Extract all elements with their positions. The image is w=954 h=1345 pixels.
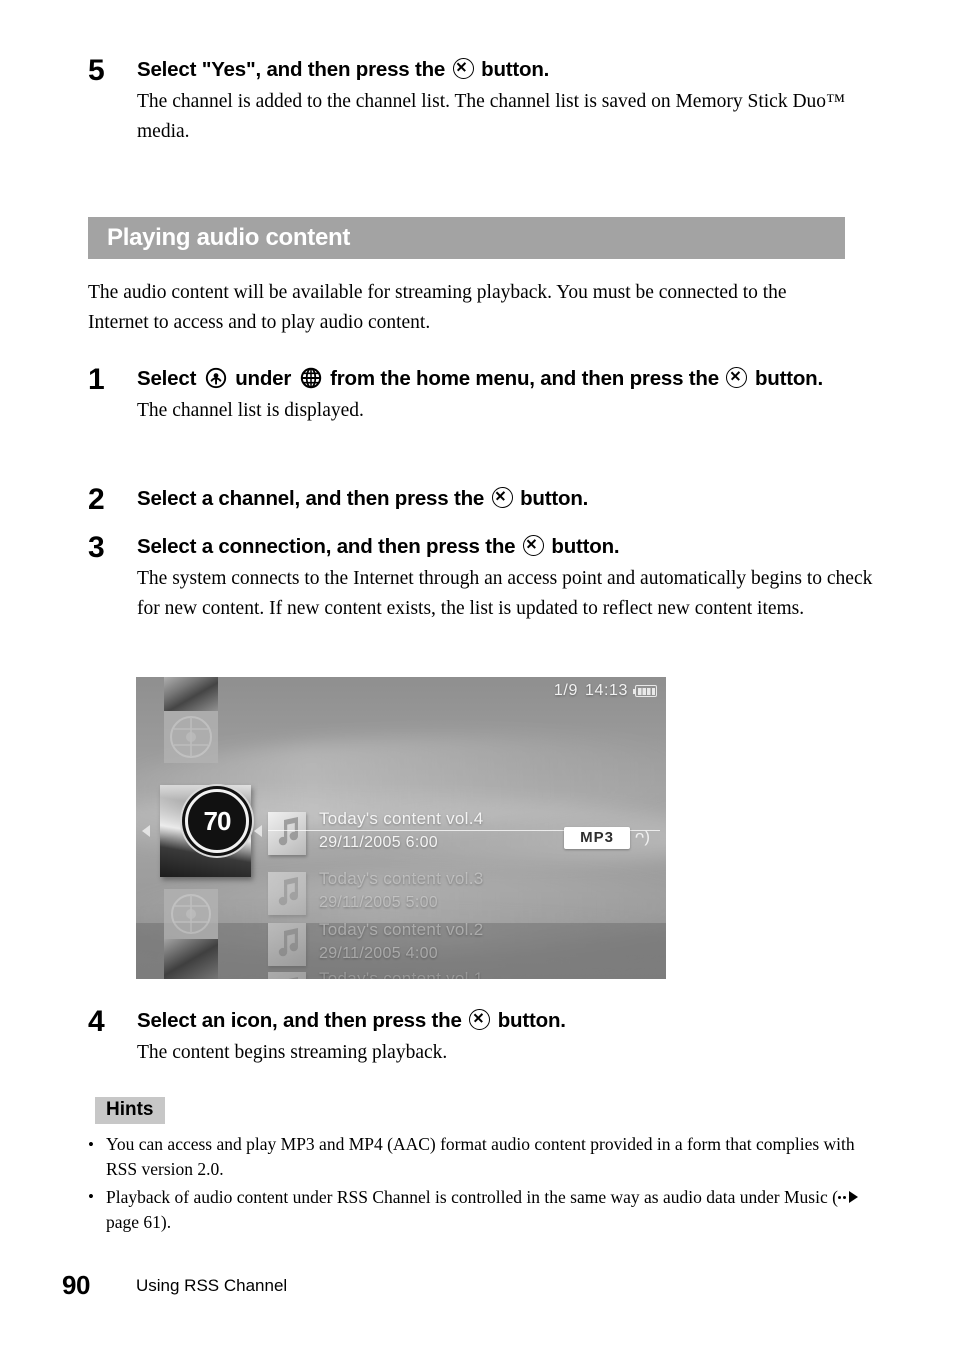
cross-button-icon: [491, 487, 513, 508]
step-4-title-text: Select an icon, and then press the: [137, 1009, 462, 1032]
network-globe-icon: [300, 367, 322, 389]
step-5-description: The channel is added to the channel list…: [137, 91, 846, 142]
step-1-title-part3: from the home menu, and then press the: [330, 367, 719, 390]
psp-item-date: 29/11/2005 4:00: [319, 945, 438, 962]
step-2-title: Select a channel, and then press the but…: [137, 485, 878, 513]
step-2-title-text: Select a channel, and then press the: [137, 487, 485, 510]
step-3-description: The system connects to the Internet thro…: [137, 568, 873, 619]
step-3-title: Select a connection, and then press the …: [137, 533, 878, 561]
step-5-title: Select "Yes", and then press the button.: [137, 56, 878, 84]
step-4-title: Select an icon, and then press the butto…: [137, 1007, 878, 1035]
psp-item-title: Today's content vol.3: [319, 869, 484, 888]
scroll-left-arrow-icon-2[interactable]: [254, 825, 262, 837]
hint-item: • You can access and play MP3 and MP4 (A…: [88, 1132, 858, 1182]
step-2-number: 2: [88, 483, 105, 516]
album-badge: 70: [185, 789, 249, 853]
ghost-disc-thumbnail: [164, 711, 218, 763]
bullet-icon: •: [88, 1187, 94, 1206]
psp-list-item[interactable]: Today's content vol.1: [268, 969, 660, 979]
step-5-number: 5: [88, 54, 105, 87]
music-note-icon: [268, 972, 306, 979]
step-1-title-part2: under: [235, 367, 292, 390]
cross-reference-arrow-icon: [837, 1184, 858, 1209]
hint-text: Playback of audio content under RSS Chan…: [106, 1184, 858, 1235]
music-note-icon: [268, 872, 306, 915]
page-number: 90: [62, 1270, 90, 1300]
step-1-title-part1: Select: [137, 367, 197, 390]
bullet-icon: •: [88, 1135, 94, 1154]
hints-list: • You can access and play MP3 and MP4 (A…: [88, 1132, 858, 1237]
music-note-icon: [268, 812, 306, 855]
ghost-photo-thumbnail: [164, 677, 218, 711]
psp-item-title: Today's content vol.4: [319, 809, 484, 828]
cross-button-icon: [522, 535, 544, 556]
step-1-title: Select under from the home menu, and the…: [137, 365, 878, 393]
step-4-description: The content begins streaming playback.: [137, 1042, 448, 1063]
step-5: 5 Select "Yes", and then press the butto…: [88, 56, 878, 147]
psp-item-title: Today's content vol.2: [319, 920, 484, 939]
psp-list-item[interactable]: Today's content vol.3 29/11/2005 5:00: [268, 869, 660, 927]
step-1-number: 1: [88, 363, 105, 396]
battery-full-icon: [632, 685, 657, 697]
step-1: 1 Select under from the home menu, and t…: [88, 365, 878, 426]
step-4-number: 4: [88, 1005, 105, 1038]
scroll-left-arrow-icon[interactable]: [142, 825, 150, 837]
hints-label: Hints: [95, 1097, 165, 1124]
hint-text-before-ref: Playback of audio content under RSS Chan…: [106, 1187, 838, 1207]
speaker-icon: ᴖ): [634, 827, 650, 846]
psp-screenshot: 1/9 14:13 70 Today's content vol.4 29/11…: [136, 677, 666, 979]
ghost-video-thumbnail: [164, 939, 218, 979]
hint-text-after-ref: ).: [160, 1212, 172, 1232]
section-title: Playing audio content: [107, 224, 351, 251]
step-1-description: The channel list is displayed.: [137, 400, 364, 421]
step-4: 4 Select an icon, and then press the but…: [88, 1007, 878, 1068]
hint-page-reference: page 61: [106, 1212, 161, 1232]
ghost-disc-thumbnail: [164, 889, 218, 939]
format-badge-mp3: MP3: [564, 827, 630, 849]
music-note-icon: [268, 923, 306, 966]
step-5-title-text: Select "Yes", and then press the: [137, 58, 446, 81]
album-art-thumbnail: 70: [160, 785, 251, 877]
section-intro-paragraph: The audio content will be available for …: [88, 282, 787, 333]
cross-button-icon: [469, 1009, 491, 1030]
rss-channel-icon: [205, 367, 227, 389]
psp-status-bar: 1/9 14:13: [554, 682, 657, 700]
step-3-number: 3: [88, 531, 105, 564]
cross-button-icon: [726, 367, 748, 388]
psp-item-date: 29/11/2005 5:00: [319, 894, 438, 911]
hint-text: You can access and play MP3 and MP4 (AAC…: [106, 1134, 855, 1179]
footer-chapter-title: Using RSS Channel: [136, 1276, 288, 1295]
manual-page: 5 Select "Yes", and then press the butto…: [0, 0, 954, 1345]
hint-item: • Playback of audio content under RSS Ch…: [88, 1184, 858, 1235]
step-3: 3 Select a connection, and then press th…: [88, 533, 878, 624]
step-5-title-text-end: button.: [481, 58, 550, 81]
psp-date: 1/9: [553, 682, 578, 699]
step-4-title-text-end: button.: [497, 1009, 566, 1032]
psp-time: 14:13: [584, 682, 628, 699]
psp-item-title: Today's content vol.1: [319, 969, 484, 979]
section-header-playing-audio-content: Playing audio content: [88, 217, 845, 259]
step-2: 2 Select a channel, and then press the b…: [88, 483, 878, 516]
step-3-title-text: Select a connection, and then press the: [137, 535, 516, 558]
step-3-title-text-end: button.: [551, 535, 620, 558]
step-2-title-text-end: button.: [520, 487, 589, 510]
cross-button-icon: [452, 58, 474, 79]
step-1-title-part4: button.: [754, 367, 823, 390]
